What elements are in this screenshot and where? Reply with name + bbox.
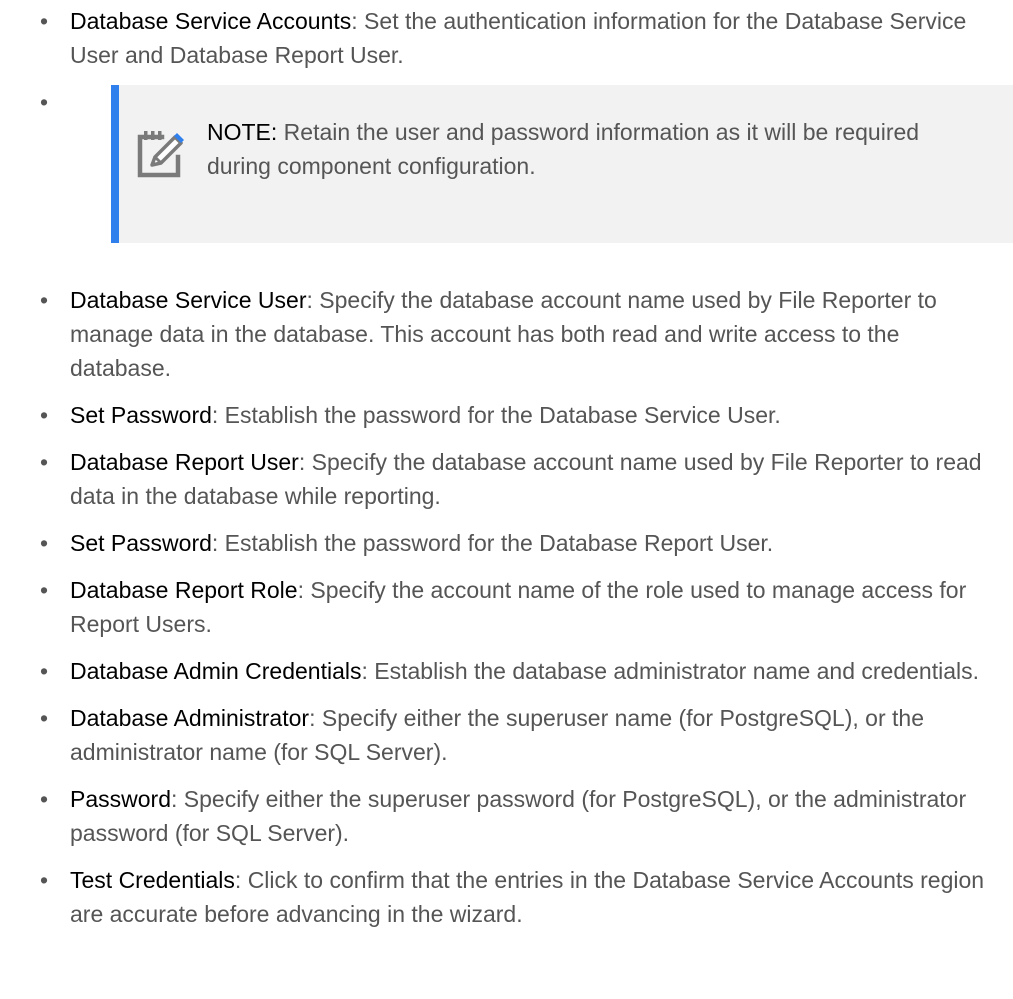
bullet: • (40, 449, 49, 475)
bullet: • (40, 89, 49, 115)
note-box: NOTE: Retain the user and password infor… (111, 85, 1013, 243)
list-item: • Set Password: Establish the password f… (40, 526, 993, 560)
item-term: Database Report Role (70, 577, 298, 603)
item-term: Password (70, 786, 171, 812)
bullet: • (40, 530, 49, 556)
bullet: • (40, 786, 49, 812)
list-item: • Test Credentials: Click to confirm tha… (40, 863, 993, 931)
item-term: Test Credentials (70, 867, 235, 893)
list-item: • Database Admin Credentials: Establish … (40, 654, 993, 688)
item-term: Database Administrator (70, 705, 310, 731)
item-description: : Establish the password for the Databas… (211, 530, 774, 556)
list-item: • Database Administrator: Specify either… (40, 701, 993, 769)
note-label: NOTE: (207, 119, 278, 145)
list-item: • Set Password: Establish the password f… (40, 398, 993, 432)
item-term: Database Service User (70, 287, 307, 313)
item-term: Database Admin Credentials (70, 658, 362, 684)
list-item: • Database Service User: Specify the dat… (40, 283, 993, 385)
item-term: Set Password (70, 530, 212, 556)
list-item: • Database Report Role: Specify the acco… (40, 573, 993, 641)
document-page: • Database Service Accounts: Set the aut… (0, 4, 1013, 931)
bullet: • (40, 8, 49, 34)
note-body: Retain the user and password information… (207, 119, 920, 179)
bullet: • (40, 577, 49, 603)
bullet: • (40, 705, 49, 731)
note-list-item: • NOTE: Retain the user and password inf… (40, 85, 1013, 243)
item-description: : Establish the database administrator n… (361, 658, 980, 684)
list-item: • Database Service Accounts: Set the aut… (40, 4, 993, 72)
item-term: Set Password (70, 402, 212, 428)
bullet: • (40, 658, 49, 684)
item-term: Database Service Accounts (70, 8, 352, 34)
settings-list: • Database Service Accounts: Set the aut… (40, 4, 1013, 931)
list-item: • Database Report User: Specify the data… (40, 445, 993, 513)
note-text: NOTE: Retain the user and password infor… (207, 115, 983, 183)
item-term: Database Report User (70, 449, 299, 475)
bullet: • (40, 867, 49, 893)
bullet: • (40, 402, 49, 428)
item-description: : Establish the password for the Databas… (211, 402, 781, 428)
list-item: • Password: Specify either the superuser… (40, 782, 993, 850)
note-edit-icon (132, 123, 190, 181)
item-description: : Specify either the superuser password … (70, 786, 967, 846)
bullet: • (40, 287, 49, 313)
